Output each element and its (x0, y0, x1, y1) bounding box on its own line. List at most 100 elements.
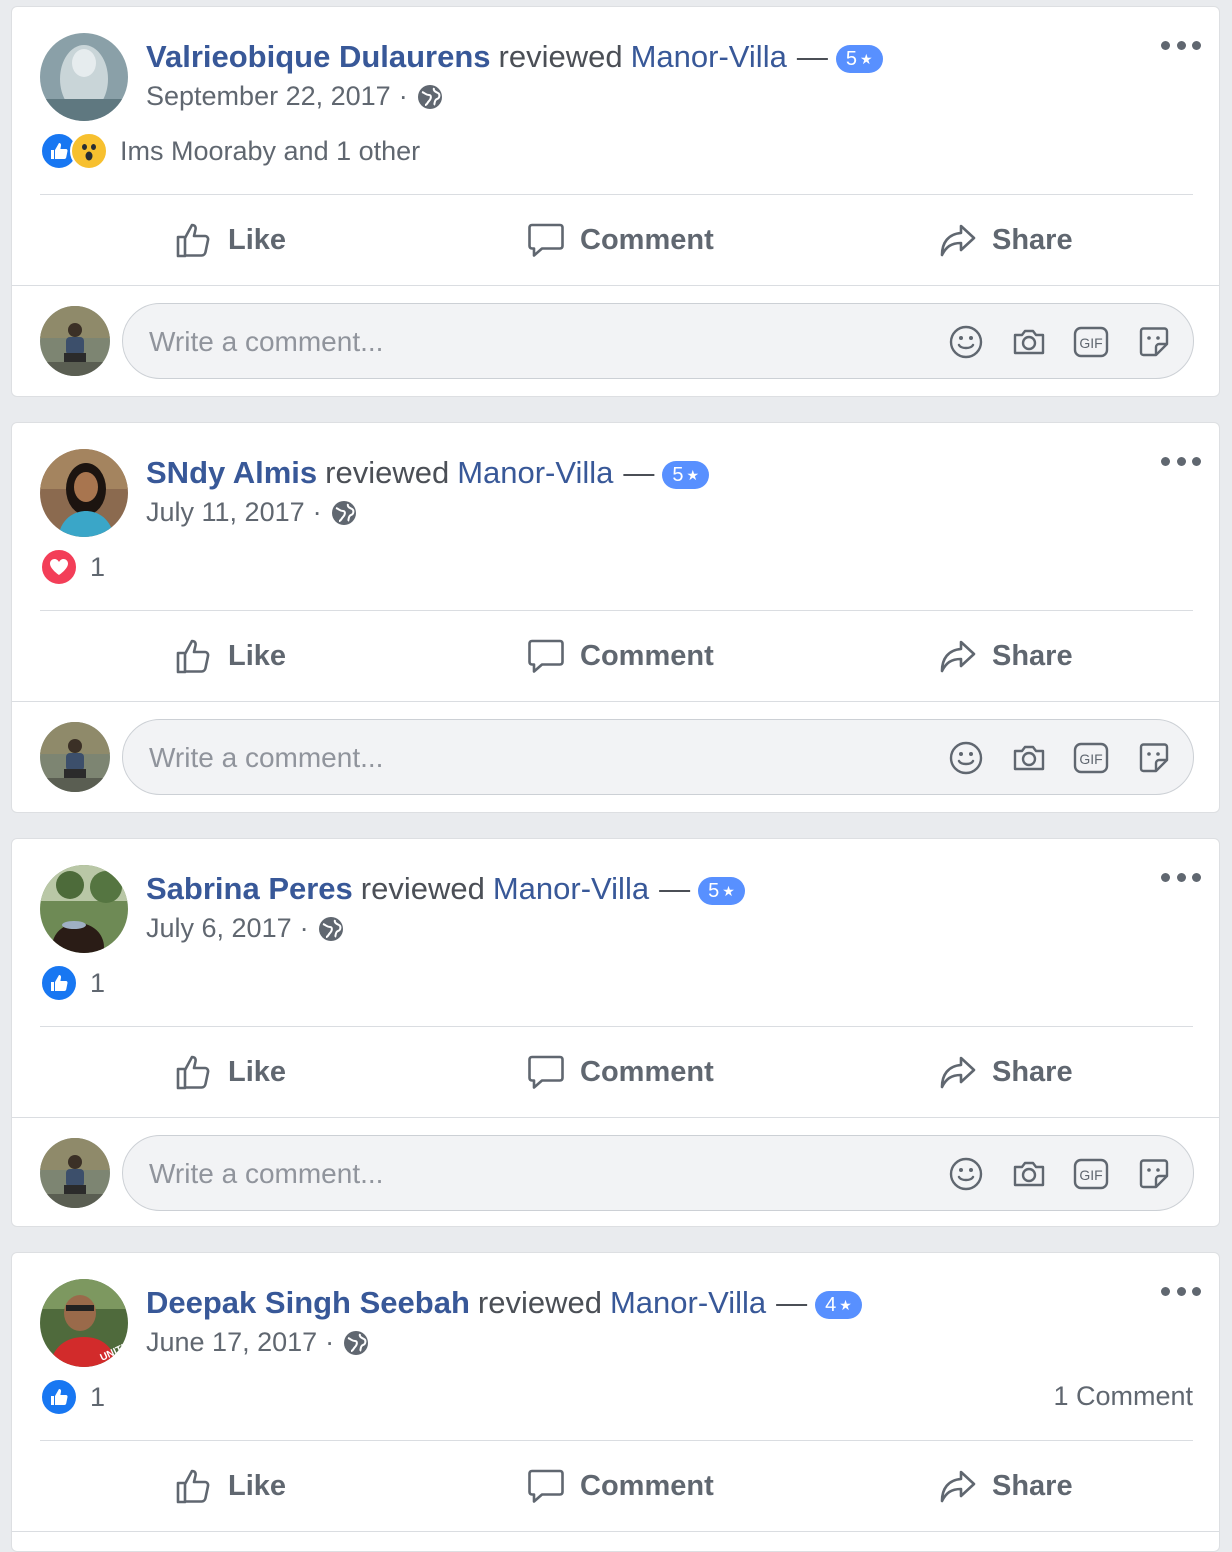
comment-box: GIF (122, 719, 1194, 796)
review-card: Valrieobique Dulaurens reviewed Manor-Vi… (11, 6, 1220, 397)
share-button[interactable]: Share (938, 611, 1073, 701)
gif-icon[interactable]: GIF (1072, 739, 1110, 777)
globe-icon[interactable] (416, 83, 444, 111)
my-avatar[interactable] (40, 1138, 110, 1208)
reviewed-text: reviewed (477, 1285, 602, 1320)
star-icon: ★ (859, 51, 873, 67)
reactions-summary[interactable]: Ims Mooraby and 1 other (40, 131, 420, 171)
rating-badge: 4 ★ (815, 1291, 862, 1319)
globe-icon[interactable] (330, 499, 358, 527)
camera-icon[interactable] (1010, 323, 1048, 361)
sticker-icon[interactable] (1135, 1155, 1173, 1193)
my-avatar[interactable] (40, 306, 110, 376)
action-bar: Like Comment Share (12, 1441, 1219, 1531)
share-button[interactable]: Share (938, 1441, 1073, 1531)
like-button[interactable]: Like (174, 1027, 286, 1117)
author-name-link[interactable]: SNdy Almis (146, 453, 317, 493)
separator-dash: — (796, 39, 828, 74)
emoji-icon[interactable] (947, 323, 985, 361)
reactions-summary[interactable]: 1 (40, 963, 105, 1003)
page-name-link[interactable]: Manor-Villa (610, 1283, 766, 1323)
reactions-summary[interactable]: 1 (40, 1377, 105, 1417)
share-button[interactable]: Share (938, 195, 1073, 285)
share-label: Share (992, 1469, 1073, 1502)
page-name-link[interactable]: Manor-Villa (457, 453, 613, 493)
rating-value: 4 (825, 1294, 837, 1316)
post-date-link[interactable]: July 6, 2017 (146, 913, 292, 944)
avatar[interactable] (40, 33, 128, 121)
post-date-link[interactable]: September 22, 2017 (146, 81, 391, 112)
camera-icon[interactable] (1010, 739, 1048, 777)
meta-dot: · (312, 497, 322, 527)
more-options-button[interactable] (1161, 35, 1201, 55)
thumbs-up-icon (176, 1055, 210, 1090)
comment-input[interactable] (147, 720, 911, 796)
like-icon (40, 964, 78, 1002)
reaction-names[interactable]: Ims Mooraby and 1 other (120, 136, 420, 167)
share-label: Share (992, 639, 1073, 672)
reactions-summary[interactable]: 1 (40, 547, 105, 587)
review-headline: Deepak Singh Seebah reviewed Manor-Villa… (146, 1283, 862, 1323)
separator-dash: — (623, 455, 655, 490)
review-card: UNITED Deepak Singh Seebah reviewed Mano… (11, 1252, 1220, 1552)
reaction-count[interactable]: 1 (90, 552, 105, 583)
globe-icon[interactable] (317, 915, 345, 943)
review-card: SNdy Almis reviewed Manor-Villa — 5 ★ Jul… (11, 422, 1220, 813)
sticker-icon[interactable] (1135, 739, 1173, 777)
like-button[interactable]: Like (174, 195, 286, 285)
author-name-link[interactable]: Valrieobique Dulaurens (146, 37, 491, 77)
emoji-icon[interactable] (947, 1155, 985, 1193)
wow-icon (70, 132, 108, 170)
gif-icon[interactable]: GIF (1072, 1155, 1110, 1193)
comment-bubble-icon (528, 1469, 564, 1503)
like-label: Like (228, 1469, 287, 1502)
like-label: Like (228, 639, 287, 672)
more-options-button[interactable] (1161, 867, 1201, 887)
globe-icon[interactable] (342, 1329, 370, 1357)
rating-value: 5 (708, 880, 720, 902)
share-button[interactable]: Share (938, 1027, 1073, 1117)
divider (12, 1531, 1219, 1532)
reaction-count[interactable]: 1 (90, 968, 105, 999)
comment-input[interactable] (147, 304, 911, 380)
camera-icon[interactable] (1010, 1155, 1048, 1193)
author-name-link[interactable]: Sabrina Peres (146, 869, 353, 909)
comment-button[interactable]: Comment (526, 1027, 714, 1117)
page-name-link[interactable]: Manor-Villa (493, 869, 649, 909)
action-bar: Like Comment Share (12, 1027, 1219, 1117)
comment-composer: GIF (12, 702, 1219, 814)
separator-dash: — (776, 1285, 808, 1320)
meta-dot: · (398, 81, 408, 111)
post-date-link[interactable]: July 11, 2017 (146, 497, 305, 528)
like-label: Like (228, 223, 287, 256)
avatar[interactable]: UNITED (40, 1279, 128, 1367)
star-icon: ★ (839, 1297, 852, 1313)
comment-label: Comment (580, 1055, 714, 1088)
page-name-link[interactable]: Manor-Villa (631, 37, 787, 77)
comment-button[interactable]: Comment (526, 195, 714, 285)
my-avatar[interactable] (40, 722, 110, 792)
comment-label: Comment (580, 1469, 714, 1502)
emoji-icon[interactable] (947, 739, 985, 777)
comments-count-link[interactable]: 1 Comment (1053, 1381, 1193, 1412)
comment-button[interactable]: Comment (526, 611, 714, 701)
post-date-link[interactable]: June 17, 2017 (146, 1327, 317, 1358)
star-icon: ★ (722, 883, 735, 899)
more-options-button[interactable] (1161, 451, 1201, 471)
love-icon (40, 548, 78, 586)
separator-dash: — (659, 871, 691, 906)
gif-icon[interactable]: GIF (1072, 323, 1110, 361)
avatar[interactable] (40, 449, 128, 537)
sticker-icon[interactable] (1135, 323, 1173, 361)
like-button[interactable]: Like (174, 611, 286, 701)
reviewed-text: reviewed (325, 455, 450, 490)
comment-button[interactable]: Comment (526, 1441, 714, 1531)
reaction-count[interactable]: 1 (90, 1382, 105, 1413)
share-arrow-icon (940, 1470, 976, 1503)
like-button[interactable]: Like (174, 1441, 286, 1531)
comment-input[interactable] (147, 1136, 911, 1212)
author-name-link[interactable]: Deepak Singh Seebah (146, 1283, 470, 1323)
avatar[interactable] (40, 865, 128, 953)
more-options-button[interactable] (1161, 1281, 1201, 1301)
action-bar: Like Comment Share (12, 611, 1219, 701)
